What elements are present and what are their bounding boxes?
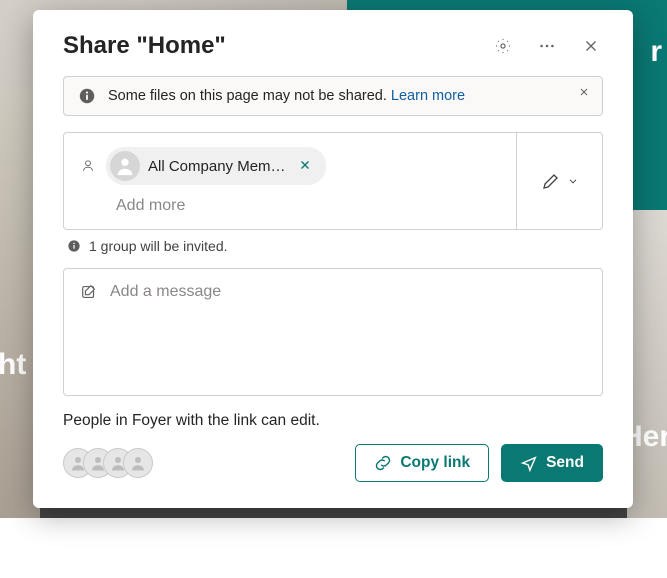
bg-panel [627, 210, 667, 520]
pencil-icon [541, 171, 561, 191]
invite-note: 1 group will be invited. [63, 238, 603, 254]
shared-with-avatars[interactable] [63, 448, 153, 478]
permission-selector[interactable] [516, 133, 602, 229]
bg-text: r [650, 35, 662, 69]
info-icon [67, 239, 81, 253]
action-buttons: Copy link Send [355, 444, 603, 482]
link-icon [374, 454, 392, 472]
dialog-header: Share "Home" [63, 32, 603, 60]
send-icon [520, 454, 538, 472]
recipients-field: All Company Mem… Add more [63, 132, 603, 230]
share-dialog: Share "Home" Some files on this page may… [33, 10, 633, 508]
bg-text: ht [0, 348, 26, 382]
chevron-down-icon [567, 175, 579, 187]
send-button[interactable]: Send [501, 444, 603, 482]
settings-button[interactable] [491, 34, 515, 58]
info-text: Some files on this page may not be share… [108, 88, 465, 104]
remove-chip-button[interactable] [294, 156, 316, 177]
message-field[interactable]: Add a message [63, 268, 603, 396]
ellipsis-icon [538, 37, 556, 55]
close-icon [578, 86, 590, 98]
person-icon [80, 158, 96, 174]
add-more-placeholder: Add more [80, 197, 500, 215]
close-icon [298, 158, 312, 172]
gear-icon [494, 37, 512, 55]
info-icon [78, 87, 96, 105]
compose-icon [80, 283, 98, 301]
info-banner: Some files on this page may not be share… [63, 76, 603, 116]
chip-label: All Company Mem… [148, 158, 286, 175]
learn-more-link[interactable]: Learn more [391, 88, 465, 104]
more-button[interactable] [535, 34, 559, 58]
recipients-input-area[interactable]: All Company Mem… Add more [64, 133, 516, 229]
message-placeholder: Add a message [110, 283, 221, 301]
copy-link-button[interactable]: Copy link [355, 444, 489, 482]
permission-summary: People in Foyer with the link can edit. [63, 412, 603, 430]
dialog-footer: Copy link Send [63, 444, 603, 482]
avatar [110, 151, 140, 181]
avatar [123, 448, 153, 478]
close-button[interactable] [579, 34, 603, 58]
recipient-chip: All Company Mem… [106, 147, 326, 185]
dialog-title: Share "Home" [63, 32, 226, 60]
close-icon [582, 37, 600, 55]
dismiss-banner-button[interactable] [578, 85, 590, 103]
header-actions [491, 34, 603, 58]
bg-panel [0, 518, 667, 578]
